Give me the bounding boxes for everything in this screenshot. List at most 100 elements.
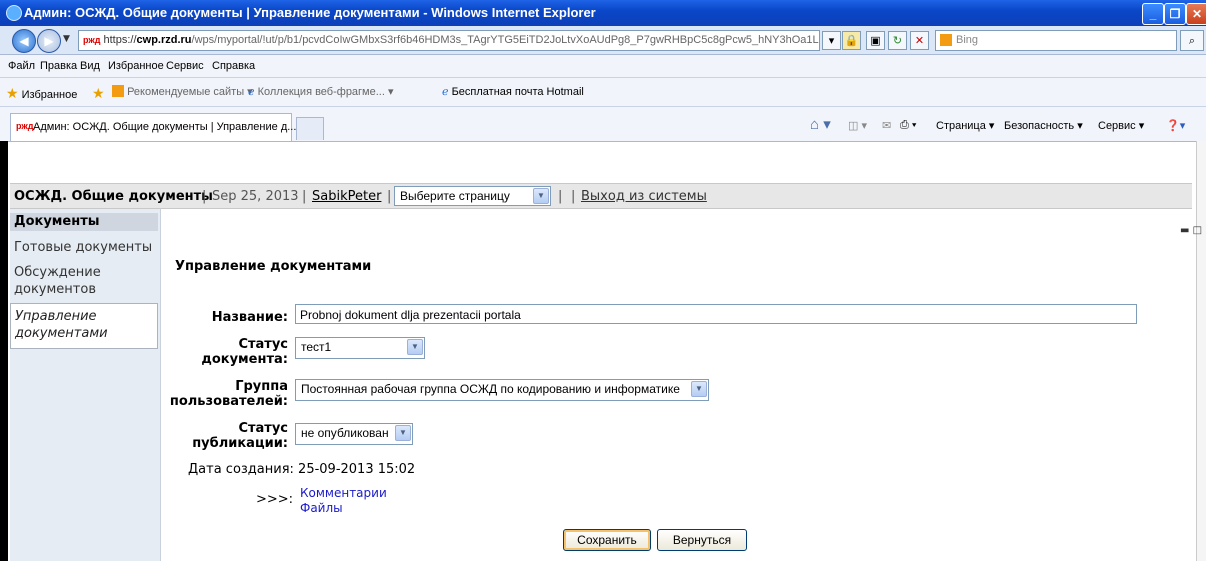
- minimize-icon[interactable]: _: [1142, 3, 1164, 25]
- status-select[interactable]: тест1 ▼: [295, 337, 425, 359]
- menu-favorites[interactable]: Избранное: [108, 60, 164, 72]
- chevron-down-icon: ▼: [395, 425, 411, 441]
- menu-file[interactable]: Файл: [8, 60, 35, 72]
- status-label: Статус документа:: [190, 337, 288, 367]
- publication-status-value: не опубликован: [301, 426, 389, 440]
- publication-label-line1: Статус: [238, 421, 288, 436]
- sidebar-item-management[interactable]: Управление документами: [10, 303, 158, 349]
- save-button[interactable]: Сохранить: [563, 529, 651, 551]
- publication-label-line2: публикации:: [192, 436, 288, 451]
- name-label: Название:: [211, 310, 288, 325]
- group-label: Группа пользователей:: [160, 379, 288, 409]
- url-scheme: https://: [103, 34, 137, 46]
- status-label-line1: Статус: [238, 337, 288, 352]
- publication-status-select[interactable]: не опубликован ▼: [295, 423, 413, 445]
- stop-icon[interactable]: ✕: [910, 31, 929, 50]
- page-title: Управление документами: [175, 259, 372, 274]
- page-select[interactable]: Выберите страницу ▼: [394, 186, 551, 206]
- menu-edit[interactable]: Правка: [40, 60, 77, 72]
- separator: |: [571, 189, 576, 204]
- fav-item-hotmail[interactable]: ℯ Бесплатная почта Hotmail: [442, 85, 584, 98]
- back-icon[interactable]: ◀: [12, 29, 36, 53]
- menu-bar: Файл Правка Вид Избранное Сервис Справка: [0, 55, 1206, 78]
- page-menu[interactable]: Страница ▾: [936, 119, 994, 132]
- status-select-value: тест1: [301, 340, 332, 354]
- user-link[interactable]: SabikPeter: [312, 189, 381, 204]
- menu-tools[interactable]: Сервис: [166, 60, 204, 72]
- window-title: Админ: ОСЖД. Общие документы | Управлени…: [24, 5, 596, 20]
- back-button[interactable]: Вернуться: [657, 529, 747, 551]
- links-prefix: >>>:: [256, 492, 294, 507]
- menu-help[interactable]: Справка: [212, 60, 255, 72]
- logout-link[interactable]: Выход из системы: [581, 189, 707, 204]
- window-left-border: [0, 141, 8, 561]
- chevron-down-icon: ▼: [533, 188, 549, 204]
- separator: |: [302, 189, 307, 204]
- tools-menu[interactable]: Сервис ▾: [1098, 119, 1144, 132]
- search-icon[interactable]: ⌕: [1180, 30, 1204, 51]
- vertical-scrollbar[interactable]: [1196, 141, 1206, 561]
- sidebar-heading: Документы: [10, 213, 158, 231]
- lock-icon[interactable]: 🔒: [842, 31, 861, 50]
- tab-admin-docs[interactable]: ржд Админ: ОСЖД. Общие документы | Управ…: [10, 113, 296, 141]
- search-placeholder: Bing: [956, 34, 979, 46]
- fav-item-webslices[interactable]: ℯ Коллекция веб-фрагме... ▾: [248, 85, 394, 98]
- new-tab-button[interactable]: [296, 117, 324, 140]
- compatibility-icon[interactable]: ▣: [866, 31, 885, 50]
- separator: |: [202, 189, 207, 204]
- address-bar: ◀ ▶ ▼ ржд https://cwp.rzd.ru/wps/myportal…: [0, 26, 1206, 55]
- ie-page-icon: ℯ: [442, 86, 449, 98]
- creation-date: Дата создания: 25-09-2013 15:02: [188, 462, 416, 477]
- forward-icon[interactable]: ▶: [37, 29, 61, 53]
- maximize-icon[interactable]: ❐: [1164, 3, 1186, 25]
- ie-page-icon: ℯ: [248, 86, 255, 98]
- fav-item-label: Рекомендуемые сайты ▾: [127, 86, 253, 98]
- help-icon[interactable]: ❓▾: [1166, 119, 1185, 132]
- user-group-select[interactable]: Постоянная рабочая группа ОСЖД по кодиро…: [295, 379, 709, 401]
- search-input[interactable]: Bing: [935, 30, 1177, 51]
- safety-menu[interactable]: Безопасность ▾: [1004, 119, 1083, 132]
- history-dropdown-icon[interactable]: ▼: [63, 34, 70, 44]
- close-icon[interactable]: ✕: [1186, 3, 1206, 25]
- tab-bar: ржд Админ: ОСЖД. Общие документы | Управ…: [0, 107, 1206, 142]
- home-icon[interactable]: ⌂ ▾: [810, 115, 831, 133]
- sidebar: Документы Готовые документы Обсуждение д…: [10, 209, 161, 561]
- bing-logo-icon: [112, 85, 124, 97]
- chevron-down-icon: ▼: [691, 381, 707, 397]
- fav-item-label: Бесплатная почта Hotmail: [451, 86, 584, 98]
- ie-logo-icon: [6, 5, 22, 21]
- url-dropdown-icon[interactable]: ▾: [822, 31, 841, 50]
- site-favicon-icon: ржд: [83, 35, 101, 45]
- mail-icon[interactable]: ✉: [882, 119, 891, 132]
- portlet-controls: ▬ □: [1180, 225, 1202, 236]
- refresh-icon[interactable]: ↻: [888, 31, 907, 50]
- fav-item-label: Коллекция веб-фрагме... ▾: [257, 86, 394, 98]
- maximize-portlet-icon[interactable]: □: [1193, 225, 1202, 236]
- sidebar-item-discussion[interactable]: Обсуждение документов: [14, 264, 134, 298]
- fav-item-recommended[interactable]: Рекомендуемые сайты ▾: [112, 85, 253, 98]
- feeds-icon[interactable]: ◫ ▾: [848, 119, 867, 132]
- portal-site-title: ОСЖД. Общие документы: [14, 189, 213, 204]
- url-path: /wps/myportal/!ut/p/b1/pcvdCoIwGMbxS3rf6…: [191, 34, 820, 46]
- add-favorite-icon[interactable]: ★: [92, 85, 105, 102]
- favorites-button[interactable]: ★ Избранное: [6, 85, 77, 102]
- files-link[interactable]: Файлы: [300, 501, 343, 515]
- url-host: cwp.rzd.ru: [136, 34, 192, 46]
- main-content: ▬ □ Управление документами Название: Pro…: [160, 209, 1202, 561]
- portal-date: Sep 25, 2013: [212, 189, 299, 204]
- user-group-select-value: Постоянная рабочая группа ОСЖД по кодиро…: [301, 382, 680, 396]
- name-field[interactable]: Probnoj dokument dlja prezentacii portal…: [295, 304, 1137, 324]
- window-title-bar: Админ: ОСЖД. Общие документы | Управлени…: [0, 0, 1206, 26]
- print-icon[interactable]: ⎙ ▾: [900, 119, 916, 132]
- separator: |: [387, 189, 392, 204]
- url-input[interactable]: ржд https://cwp.rzd.ru/wps/myportal/!ut/p…: [78, 30, 820, 51]
- page-select-value: Выберите страницу: [400, 189, 510, 203]
- comments-link[interactable]: Комментарии: [300, 486, 387, 500]
- status-label-line2: документа:: [201, 352, 288, 367]
- minimize-portlet-icon[interactable]: ▬: [1180, 225, 1189, 236]
- separator: |: [558, 189, 563, 204]
- menu-view[interactable]: Вид: [80, 60, 100, 72]
- publication-label: Статус публикации:: [180, 421, 288, 451]
- sidebar-item-ready-docs[interactable]: Готовые документы: [14, 239, 152, 256]
- tab-label: Админ: ОСЖД. Общие документы | Управлени…: [33, 121, 297, 133]
